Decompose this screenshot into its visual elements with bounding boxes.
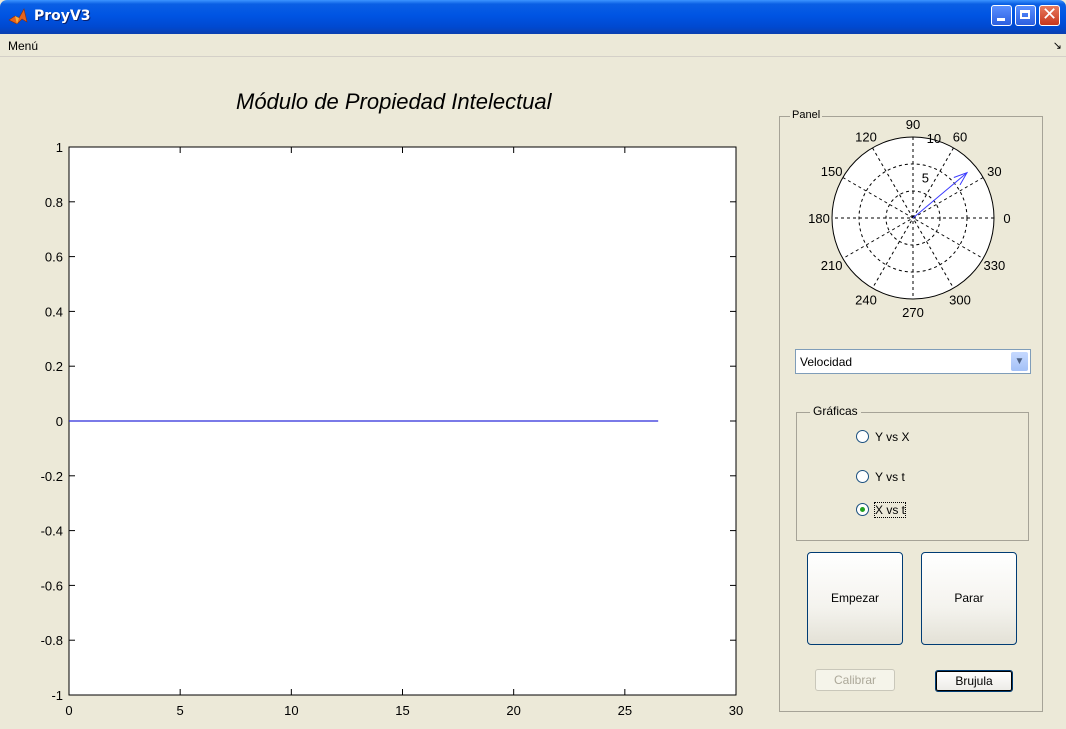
maximize-icon — [1020, 10, 1030, 19]
chevron-down-icon[interactable]: ▼ — [1011, 352, 1028, 371]
measurement-select-value: Velocidad — [800, 355, 853, 369]
polar-angle-label: 180 — [808, 211, 830, 226]
start-button[interactable]: Empezar — [807, 552, 903, 645]
radio-label: Y vs t — [875, 470, 905, 484]
x-tick-label: 30 — [729, 703, 743, 718]
toolbar-arrow-icon[interactable]: ↘ — [1053, 39, 1062, 52]
minimize-button[interactable] — [991, 5, 1012, 26]
polar-angle-label: 240 — [855, 292, 877, 307]
polar-angle-label: 90 — [906, 117, 920, 132]
x-tick-label: 5 — [177, 703, 184, 718]
y-tick-label: -0.2 — [41, 469, 63, 484]
x-tick-label: 20 — [506, 703, 520, 718]
stop-button[interactable]: Parar — [921, 552, 1017, 645]
measurement-select[interactable]: Velocidad ▼ — [795, 349, 1031, 374]
polar-angle-label: 210 — [821, 258, 843, 273]
minimize-icon — [997, 18, 1005, 21]
close-button[interactable]: ✕ — [1039, 4, 1060, 26]
polar-radius-label: 10 — [927, 131, 941, 146]
polar-angle-label: 330 — [984, 258, 1006, 273]
radio-y-vs-x[interactable]: Y vs X — [856, 429, 976, 447]
radio-circle-icon — [856, 470, 869, 483]
calibrate-button[interactable]: Calibrar — [815, 669, 895, 691]
polar-angle-label: 300 — [949, 292, 971, 307]
x-tick-label: 10 — [284, 703, 298, 718]
y-tick-label: -0.6 — [41, 578, 63, 593]
radio-label: Y vs X — [875, 430, 910, 444]
radio-circle-selected-icon — [856, 503, 869, 516]
compass-button[interactable]: Brujula — [935, 670, 1013, 692]
radio-dot-icon — [860, 507, 865, 512]
title-bar: ProyV3 ✕ — [0, 0, 1066, 34]
y-tick-label: 0.8 — [45, 195, 63, 210]
radio-x-vs-t[interactable]: X vs t — [856, 502, 976, 520]
polar-angle-label: 0 — [1003, 211, 1010, 226]
window-title: ProyV3 — [34, 8, 91, 24]
x-tick-label: 0 — [65, 703, 72, 718]
y-tick-label: 0.2 — [45, 359, 63, 374]
polar-angle-label: 150 — [821, 164, 843, 179]
main-plot: 0 5 10 15 20 25 30 -1 -0.8 -0.6 -0.4 -0.2 0 0.2 0.4 0.6… — [41, 140, 744, 718]
y-tick-label: 0.6 — [45, 250, 63, 265]
x-tick-label: 15 — [395, 703, 409, 718]
plot-title: Módulo de Propiedad Intelectual — [236, 89, 552, 114]
y-tick-label: 0 — [56, 414, 63, 429]
y-tick-label: 1 — [56, 140, 63, 155]
radio-y-vs-t[interactable]: Y vs t — [856, 469, 976, 487]
matlab-icon — [8, 8, 28, 25]
menu-item-menu[interactable]: Menú — [8, 39, 38, 53]
x-tick-label: 25 — [618, 703, 632, 718]
y-tick-label: -0.4 — [41, 524, 63, 539]
maximize-button[interactable] — [1015, 5, 1036, 26]
compass-polar-plot: 9060300330300270240210180150120510 — [808, 117, 1010, 320]
polar-angle-label: 270 — [902, 305, 924, 320]
radio-circle-icon — [856, 430, 869, 443]
polar-angle-label: 60 — [953, 130, 967, 145]
y-tick-label: -0.8 — [41, 633, 63, 648]
y-tick-label: -1 — [51, 688, 63, 703]
y-tick-label: 0.4 — [45, 304, 63, 319]
polar-radius-label: 5 — [922, 170, 929, 185]
menu-bar: Menú ↘ — [0, 34, 1066, 57]
radio-label: X vs t — [873, 502, 907, 518]
graficas-label: Gráficas — [810, 404, 861, 418]
close-icon: ✕ — [1042, 4, 1058, 25]
polar-angle-label: 120 — [855, 130, 877, 145]
polar-angle-label: 30 — [987, 164, 1001, 179]
